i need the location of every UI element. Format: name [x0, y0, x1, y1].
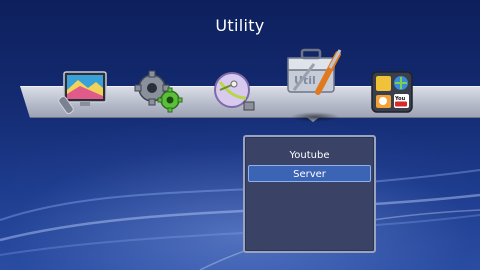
page-title: Utility	[215, 16, 265, 35]
menu-item-server[interactable]: Server	[248, 165, 371, 182]
apps-grid-icon[interactable]: You	[366, 68, 418, 116]
tv-remote-icon[interactable]	[58, 68, 110, 116]
utility-submenu: Youtube Server	[243, 135, 376, 253]
selected-icon-shadow	[290, 112, 340, 122]
satellite-dish-icon[interactable]	[210, 68, 262, 116]
settings-gears-icon[interactable]	[134, 66, 186, 114]
background-waves	[0, 169, 480, 270]
menu-item-youtube[interactable]: Youtube	[248, 147, 371, 164]
utility-toolbox-icon[interactable]: Util	[284, 44, 344, 100]
svg-text:You: You	[394, 96, 406, 102]
